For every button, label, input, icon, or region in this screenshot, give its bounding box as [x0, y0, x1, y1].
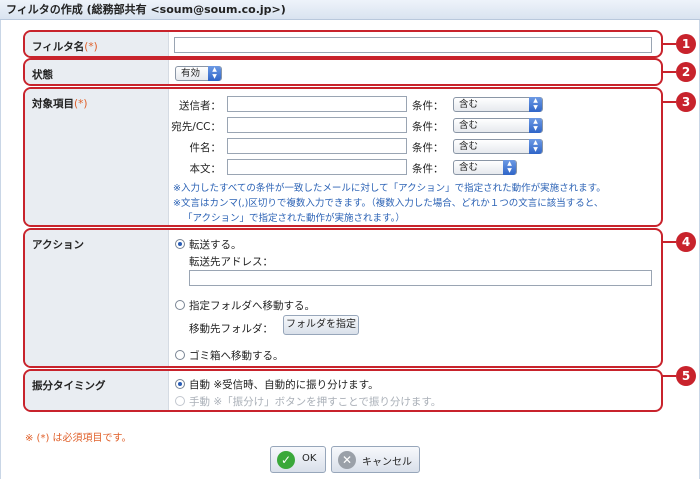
- target-items-section: 対象項目(*) 送信者： 条件： 含む ▲ ▼ 宛先/CC： 条件： 含む ▲ ▼ 件名…: [23, 87, 663, 227]
- forward-radio[interactable]: [175, 239, 185, 249]
- move-folder-option-label[interactable]: 指定フォルダへ移動する。: [189, 298, 315, 313]
- required-marker: (*): [74, 98, 88, 110]
- cancel-button-label: キャンセル: [362, 457, 412, 468]
- body-label: 本文：: [189, 163, 222, 175]
- body-input[interactable]: [227, 159, 407, 175]
- action-section: アクション 転送する。 転送先アドレス： 指定フォルダへ移動する。 移動先フォル…: [23, 228, 663, 368]
- filter-name-section: フィルタ名(*): [23, 30, 663, 58]
- note-line: ※文言はカンマ(,)区切りで複数入力できます。（複数入力した場合、どれか１つの文…: [173, 198, 604, 209]
- subject-condition-select[interactable]: 含む ▲ ▼: [453, 139, 543, 154]
- forward-address-label: 転送先アドレス：: [189, 256, 273, 268]
- condition-label: 条件：: [412, 142, 444, 154]
- forward-address-input[interactable]: [189, 270, 652, 286]
- forward-option-label[interactable]: 転送する。: [189, 237, 242, 252]
- checkmark-icon: ✓: [277, 451, 295, 469]
- select-arrows-icon: ▲ ▼: [503, 160, 516, 175]
- status-select[interactable]: 有効 ▲ ▼: [175, 66, 222, 81]
- move-folder-radio[interactable]: [175, 300, 185, 310]
- auto-timing-label[interactable]: 自動 ※受信時、自動的に振り分けます。: [189, 377, 379, 392]
- select-arrows-icon: ▲ ▼: [208, 66, 221, 81]
- subject-label: 件名：: [189, 142, 222, 154]
- callout-badge-2: 2: [662, 62, 696, 82]
- select-arrows-icon: ▲ ▼: [529, 118, 542, 133]
- cross-icon: ✕: [338, 451, 356, 469]
- subject-input[interactable]: [227, 138, 407, 154]
- target-items-label: 対象項目(*): [25, 89, 169, 225]
- move-folder-label: 移動先フォルダ：: [189, 323, 273, 335]
- dialog-title: フィルタの作成 (総務部共有 <soum@soum.co.jp>): [0, 0, 700, 20]
- action-label: アクション: [25, 230, 169, 366]
- to-cc-input[interactable]: [227, 117, 407, 133]
- ok-button[interactable]: ✓ OK: [270, 446, 326, 473]
- cancel-button[interactable]: ✕ キャンセル: [331, 446, 420, 473]
- filter-name-label: フィルタ名(*): [25, 32, 169, 56]
- select-arrows-icon: ▲ ▼: [529, 97, 542, 112]
- callout-badge-4: 4: [662, 232, 696, 252]
- note-line: ※入力したすべての条件が一致したメールに対して「アクション」で指定された動作が実…: [173, 183, 606, 194]
- callout-badge-1: 1: [662, 34, 696, 54]
- to-cc-label: 宛先/CC：: [171, 121, 221, 133]
- condition-label: 条件：: [412, 121, 444, 133]
- callout-badge-3: 3: [662, 92, 696, 112]
- filter-name-input[interactable]: [174, 37, 652, 53]
- ok-button-label: OK: [302, 453, 317, 464]
- sender-input[interactable]: [227, 96, 407, 112]
- select-folder-button[interactable]: フォルダを指定: [283, 315, 359, 335]
- select-arrows-icon: ▲ ▼: [529, 139, 542, 154]
- condition-label: 条件：: [412, 100, 444, 112]
- timing-section: 振分タイミング 自動 ※受信時、自動的に振り分けます。 手動 ※「振分け」ボタン…: [23, 369, 663, 412]
- manual-timing-label: 手動 ※「振分け」ボタンを押すことで振り分けます。: [189, 396, 442, 408]
- trash-option-label[interactable]: ゴミ箱へ移動する。: [189, 348, 284, 363]
- sender-label: 送信者：: [179, 100, 221, 112]
- callout-badge-5: 5: [662, 366, 696, 386]
- required-fields-note: ※ (*) は必須項目です。: [25, 433, 132, 444]
- body-condition-select[interactable]: 含む ▲ ▼: [453, 160, 517, 175]
- status-section: 状態 有効 ▲ ▼: [23, 58, 663, 86]
- manual-timing-radio: [175, 396, 185, 406]
- trash-radio[interactable]: [175, 350, 185, 360]
- timing-label: 振分タイミング: [25, 371, 169, 410]
- required-marker: (*): [84, 41, 98, 53]
- sender-condition-select[interactable]: 含む ▲ ▼: [453, 97, 543, 112]
- status-label: 状態: [25, 60, 169, 84]
- note-line: 「アクション」で指定された動作が実施されます。）: [183, 213, 405, 224]
- auto-timing-radio[interactable]: [175, 379, 185, 389]
- condition-label: 条件：: [412, 163, 444, 175]
- to-cc-condition-select[interactable]: 含む ▲ ▼: [453, 118, 543, 133]
